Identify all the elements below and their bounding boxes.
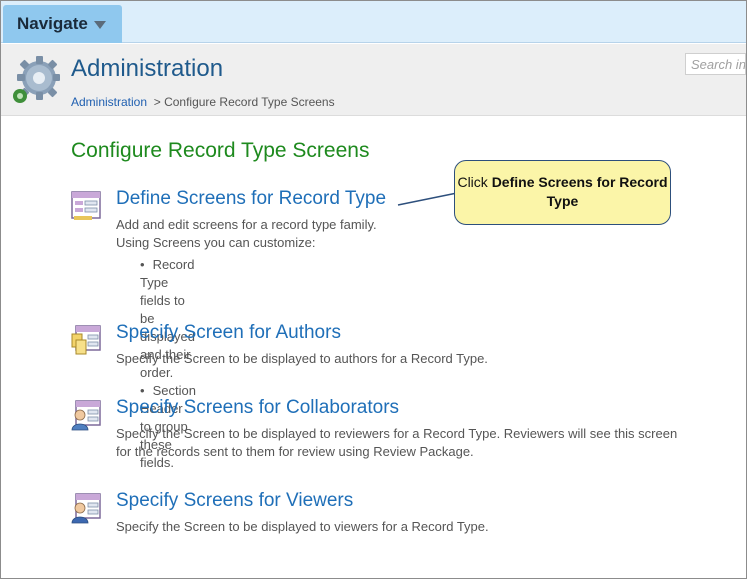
description-line: for the records sent to them for review …: [116, 444, 474, 459]
viewer-screen-icon: [71, 493, 101, 524]
description-line: Specify the Screen to be displayed to au…: [116, 351, 488, 366]
specify-viewers-link[interactable]: Specify Screens for Viewers: [116, 490, 353, 512]
navigate-label: Navigate: [17, 14, 88, 33]
page-header: Administration Administration > Configur…: [1, 44, 746, 116]
specify-collaborators-link[interactable]: Specify Screens for Collaborators: [116, 397, 399, 419]
breadcrumb-administration-link[interactable]: Administration: [71, 95, 147, 109]
gear-icon: [13, 56, 60, 103]
collaborator-screen-icon: [71, 400, 101, 431]
author-screen-icon: [71, 325, 101, 355]
specify-viewers-description: Specify the Screen to be displayed to vi…: [116, 518, 716, 536]
top-bar: Navigate: [1, 1, 746, 43]
description-line: Using Screens you can customize:: [116, 235, 316, 250]
screen-list-icon: [71, 191, 101, 220]
breadcrumb: Administration > Configure Record Type S…: [71, 95, 335, 109]
section-title: Configure Record Type Screens: [71, 139, 370, 162]
callout-prefix: Click: [457, 174, 488, 190]
callout-bold-text: Define Screens for Record Type: [491, 174, 668, 209]
instruction-callout: Click Define Screens for Record Type: [454, 160, 671, 225]
breadcrumb-separator: >: [153, 95, 161, 109]
caret-down-icon: [93, 21, 106, 29]
navigate-button[interactable]: Navigate: [3, 5, 122, 43]
define-screens-link[interactable]: Define Screens for Record Type: [116, 188, 386, 210]
breadcrumb-current: Configure Record Type Screens: [164, 95, 335, 109]
specify-collaborators-description: Specify the Screen to be displayed to re…: [116, 425, 716, 461]
description-line: Specify the Screen to be displayed to re…: [116, 426, 678, 441]
description-line: Specify the Screen to be displayed to vi…: [116, 519, 489, 534]
search-input[interactable]: [685, 53, 746, 75]
specify-authors-description: Specify the Screen to be displayed to au…: [116, 350, 716, 368]
page-title: Administration: [71, 55, 224, 82]
specify-authors-link[interactable]: Specify Screen for Authors: [116, 322, 341, 344]
